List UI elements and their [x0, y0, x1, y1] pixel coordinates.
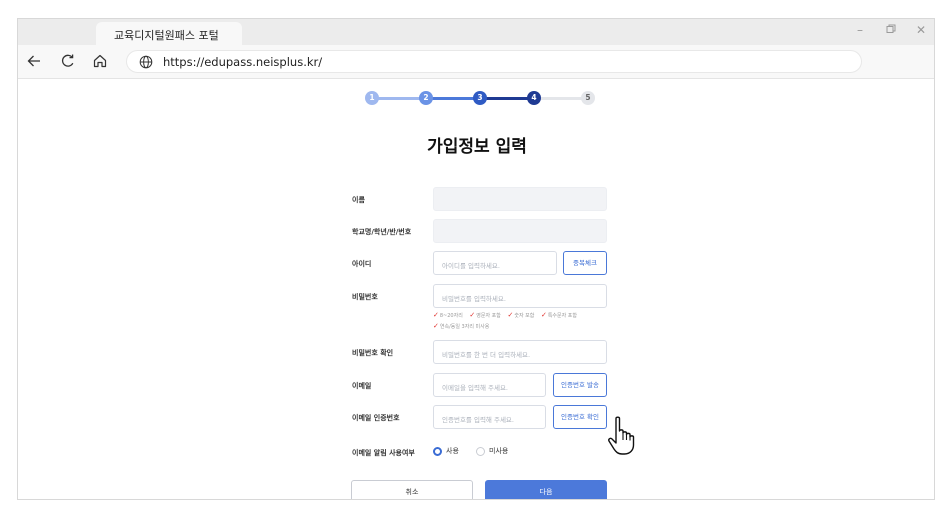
- password-rule: ✓8~20자리: [433, 311, 463, 319]
- email-input[interactable]: 이메일을 입력해 주세요.: [433, 373, 546, 397]
- password-confirm-input[interactable]: 비밀번호를 한 번 더 입력하세요.: [433, 340, 607, 364]
- page-content: 1 2 3 4 5 가입정보 입력 이름 학교명/학년/반/번호 아이디 아이디…: [18, 80, 934, 499]
- checkmark-icon: ✓: [433, 311, 439, 319]
- step-connector: [375, 97, 423, 100]
- globe-icon: [139, 55, 153, 69]
- checkmark-icon: ✓: [433, 322, 439, 330]
- browser-window: 교육디지털원패스 포털 – ✕ https://edupass.neisplus…: [17, 18, 935, 500]
- checkmark-icon: ✓: [507, 311, 514, 319]
- school-label: 학교명/학년/반/번호: [352, 228, 412, 236]
- home-icon: [93, 54, 107, 68]
- url-text: https://edupass.neisplus.kr/: [163, 55, 323, 69]
- password-input[interactable]: 비밀번호를 입력하세요.: [433, 284, 607, 308]
- browser-tab[interactable]: 교육디지털원패스 포털: [96, 22, 242, 45]
- password-rule: ✓영문자 포함: [469, 311, 501, 319]
- rule-text: 영문자 포함: [476, 313, 501, 319]
- step-1: 1: [365, 91, 379, 105]
- step-connector: [483, 97, 531, 100]
- password-rules-row: ✓8~20자리 ✓영문자 포함 ✓숫자 포함 ✓특수문자 포함: [433, 311, 582, 319]
- radio-use[interactable]: 사용: [433, 446, 459, 456]
- step-connector: [429, 97, 477, 100]
- id-input[interactable]: 아이디를 입력하세요.: [433, 251, 557, 275]
- email-notify-label: 이메일 알림 사용여부: [352, 449, 415, 457]
- radio-not-use[interactable]: 미사용: [476, 446, 508, 456]
- step-5: 5: [581, 91, 595, 105]
- radio-selected-icon: [433, 446, 442, 456]
- restore-button[interactable]: [884, 23, 898, 37]
- email-code-input[interactable]: 인증번호를 입력해 주세요.: [433, 405, 546, 429]
- minimize-button[interactable]: –: [853, 23, 867, 37]
- restore-icon: [886, 24, 896, 33]
- password-rule: ✓특수문자 포함: [540, 311, 578, 319]
- rule-text: 8~20자리: [439, 313, 463, 319]
- cancel-button[interactable]: 취소: [351, 480, 473, 499]
- arrow-left-icon: [27, 55, 40, 67]
- id-check-button[interactable]: 중복체크: [563, 251, 607, 275]
- back-button[interactable]: [24, 51, 44, 71]
- name-field: [433, 187, 607, 211]
- password-rules-row: ✓연속/동일 3자리 미사용: [433, 322, 494, 330]
- page-title: 가입정보 입력: [427, 137, 527, 157]
- title-bar: 교육디지털원패스 포털 – ✕: [18, 19, 934, 45]
- send-code-button[interactable]: 인증번호 발송: [553, 373, 607, 397]
- step-connector: [537, 97, 585, 100]
- password-confirm-label: 비밀번호 확인: [352, 349, 394, 357]
- step-4-current: 4: [527, 91, 541, 105]
- radio-empty-icon: [476, 446, 485, 456]
- email-label: 이메일: [352, 382, 372, 390]
- checkmark-icon: ✓: [540, 311, 547, 319]
- id-label: 아이디: [352, 260, 372, 268]
- password-rule: ✓숫자 포함: [507, 311, 535, 319]
- checkmark-icon: ✓: [469, 311, 476, 319]
- home-button[interactable]: [90, 51, 110, 71]
- refresh-icon: [61, 54, 74, 67]
- name-label: 이름: [352, 196, 365, 204]
- radio-not-use-label: 미사용: [489, 447, 509, 455]
- email-code-label: 이메일 인증번호: [352, 414, 400, 422]
- password-rule: ✓연속/동일 3자리 미사용: [433, 322, 490, 330]
- next-button[interactable]: 다음: [485, 480, 607, 499]
- close-window-button[interactable]: ✕: [914, 23, 928, 37]
- progress-stepper: 1 2 3 4 5: [361, 88, 599, 108]
- password-label: 비밀번호: [352, 293, 378, 301]
- school-field: [433, 219, 607, 243]
- step-3: 3: [473, 91, 487, 105]
- rule-text: 숫자 포함: [514, 313, 535, 319]
- rule-text: 특수문자 포함: [547, 313, 578, 319]
- browser-toolbar: https://edupass.neisplus.kr/: [18, 45, 934, 79]
- tab-title: 교육디지털원패스 포털: [114, 29, 219, 42]
- rule-text: 연속/동일 3자리 미사용: [439, 324, 490, 330]
- refresh-button[interactable]: [58, 51, 78, 71]
- radio-use-label: 사용: [446, 447, 459, 455]
- confirm-code-button[interactable]: 인증번호 확인: [553, 405, 607, 429]
- step-2: 2: [419, 91, 433, 105]
- hand-pointer-icon: [608, 416, 635, 455]
- address-bar[interactable]: https://edupass.neisplus.kr/: [126, 50, 862, 73]
